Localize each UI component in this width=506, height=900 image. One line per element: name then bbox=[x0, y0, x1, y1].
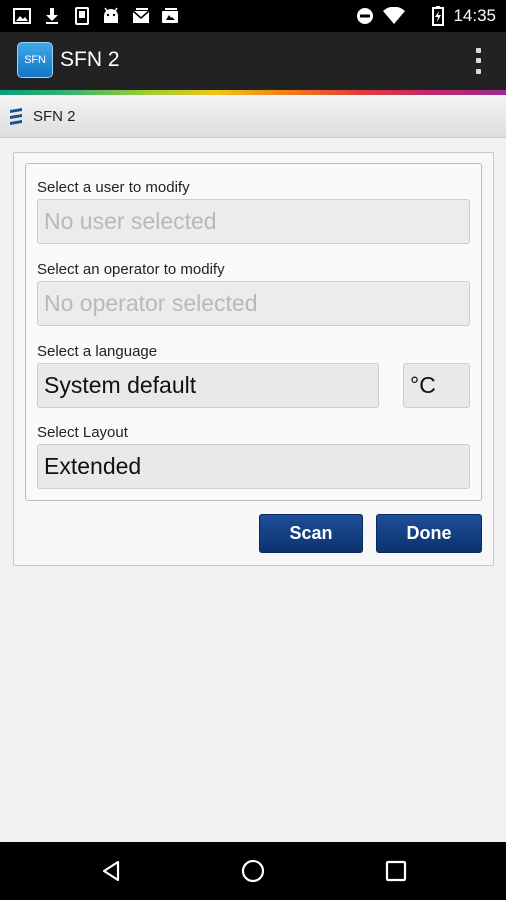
sub-header: SFN 2 bbox=[0, 95, 506, 138]
image-icon bbox=[12, 6, 32, 26]
action-bar: SFN SFN 2 bbox=[0, 32, 506, 90]
home-icon[interactable] bbox=[238, 856, 268, 886]
android-icon bbox=[101, 6, 121, 26]
temperature-unit-select[interactable]: °C bbox=[403, 363, 470, 408]
mail-icon bbox=[131, 6, 151, 26]
sub-header-title: SFN 2 bbox=[33, 108, 76, 125]
brand-logo-icon bbox=[10, 108, 22, 125]
language-label: Select a language bbox=[37, 343, 158, 360]
app-icon[interactable]: SFN bbox=[17, 42, 53, 78]
download-icon bbox=[42, 6, 62, 26]
wifi-icon bbox=[382, 6, 406, 26]
do-not-disturb-icon bbox=[355, 6, 375, 26]
app-title: SFN 2 bbox=[60, 48, 120, 71]
sd-card-icon bbox=[160, 6, 180, 26]
operator-label: Select an operator to modify bbox=[37, 261, 225, 278]
back-icon[interactable] bbox=[96, 856, 126, 886]
layout-label: Select Layout bbox=[37, 424, 128, 441]
operator-select[interactable]: No operator selected bbox=[37, 281, 470, 326]
overflow-menu-icon[interactable] bbox=[470, 45, 486, 77]
phone-icon bbox=[72, 6, 92, 26]
language-select[interactable]: System default bbox=[37, 363, 379, 408]
battery-icon bbox=[428, 6, 448, 26]
status-bar: 14:35 bbox=[0, 0, 506, 32]
navigation-bar bbox=[0, 842, 506, 900]
user-select[interactable]: No user selected bbox=[37, 199, 470, 244]
done-button[interactable]: Done bbox=[376, 514, 482, 553]
status-time: 14:35 bbox=[453, 6, 496, 25]
user-label: Select a user to modify bbox=[37, 179, 190, 196]
scan-button[interactable]: Scan bbox=[259, 514, 363, 553]
layout-select[interactable]: Extended bbox=[37, 444, 470, 489]
recent-apps-icon[interactable] bbox=[381, 856, 411, 886]
